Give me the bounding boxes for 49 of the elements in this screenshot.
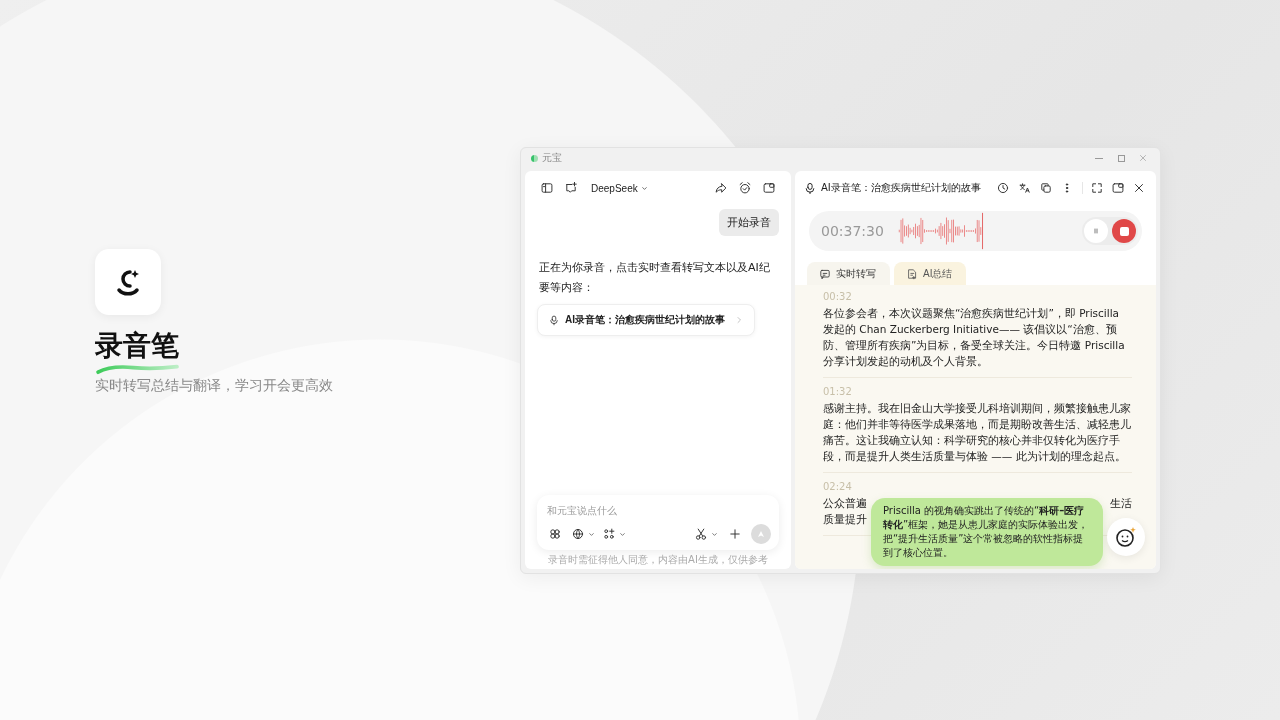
message-input[interactable]: 和元宝说点什么 <box>545 503 771 518</box>
panel-icon <box>1111 181 1126 195</box>
transcript-text: 公众普遍 <box>823 496 867 511</box>
chat-icon <box>819 268 831 280</box>
transcript-text: 各位参会者，本次议题聚焦“治愈疾病世纪计划”，即 Priscilla 发起的 Chan Zuckerberg Initiative—— 该倡议以“治愈、预防、管理所有疾病”为目标，备受全球关注。今日特邀 Priscilla 分享计划发起的动机及个人背景。 <box>823 306 1126 369</box>
recording-card[interactable]: AI录音笔：治愈疾病世纪计划的故事 <box>537 304 755 336</box>
timestamp: 02:24 <box>823 481 853 492</box>
ai-comment-bubble: Priscilla 的视角确实跳出了传统的“科研–医疗转化”框架，她是从患儿家庭的实际体验出发，把“提升生活质量”这个常被忽略的软性指标提到了核心位置。 <box>871 498 1103 566</box>
transcript-text: 生活 <box>1110 496 1132 511</box>
panel-icon <box>762 181 776 195</box>
tab[interactable]: AI总结 <box>894 262 967 285</box>
smiley-sparkle-icon <box>1114 525 1138 549</box>
transcript-text: 感谢主持。我在旧金山大学接受儿科培训期间，频繁接触患儿家庭：他们并非等待医学成果落地，而是期盼改善生活、减轻患儿痛苦。这让我确立认知：科学研究的核心并非仅转化为医疗手段，而是提升人类生活质量与体验 —— 此为计划的理念起点。 <box>823 401 1132 464</box>
translate-icon <box>1017 181 1032 195</box>
stop-button[interactable] <box>1112 219 1136 243</box>
tab[interactable]: 实时转写 <box>807 262 890 285</box>
scissors-icon <box>694 527 708 541</box>
copy-icon <box>1038 181 1053 195</box>
stop-icon <box>1119 226 1129 236</box>
hero-title: 录音笔 <box>95 331 179 361</box>
globe-icon <box>571 527 585 541</box>
microphone-icon <box>803 181 817 195</box>
timestamp: 01:32 <box>823 386 853 397</box>
microphone-icon <box>548 314 560 326</box>
document-icon <box>906 268 918 280</box>
four-circles-icon <box>548 527 562 541</box>
pause-icon <box>1091 226 1101 236</box>
share-arrow-icon <box>714 181 728 195</box>
recording-title: AI录音笔：治愈疾病世纪计划的故事 <box>821 181 981 195</box>
clock-icon <box>996 181 1011 195</box>
close-icon <box>1138 153 1148 163</box>
chat-plus-icon <box>564 181 578 195</box>
plus-icon <box>728 527 742 541</box>
elapsed-time: 00:37:30 <box>821 223 884 239</box>
assistant-message: 正在为你录音，点击实时查看转写文本以及AI纪要等内容： <box>538 260 771 296</box>
alarm-clock-icon <box>738 181 752 195</box>
sidebar-icon <box>540 181 554 195</box>
fullscreen-icon <box>1090 181 1104 195</box>
transcript-text: 质量提升 <box>823 512 867 527</box>
app-icon <box>531 154 538 162</box>
apps-icon <box>602 527 616 541</box>
window-title: 元宝 <box>542 151 562 165</box>
disclaimer-text: 录音时需征得他人同意，内容由AI生成，仅供参考 <box>547 553 769 567</box>
hero-subtitle: 实时转写总结与翻译，学习开会更高效 <box>95 377 334 395</box>
model-dropdown[interactable]: DeepSeek <box>591 182 649 194</box>
app-logo <box>95 249 161 315</box>
timestamp: 00:32 <box>823 291 853 302</box>
user-message: 开始录音 <box>719 209 779 236</box>
chevron-icon <box>734 315 744 325</box>
